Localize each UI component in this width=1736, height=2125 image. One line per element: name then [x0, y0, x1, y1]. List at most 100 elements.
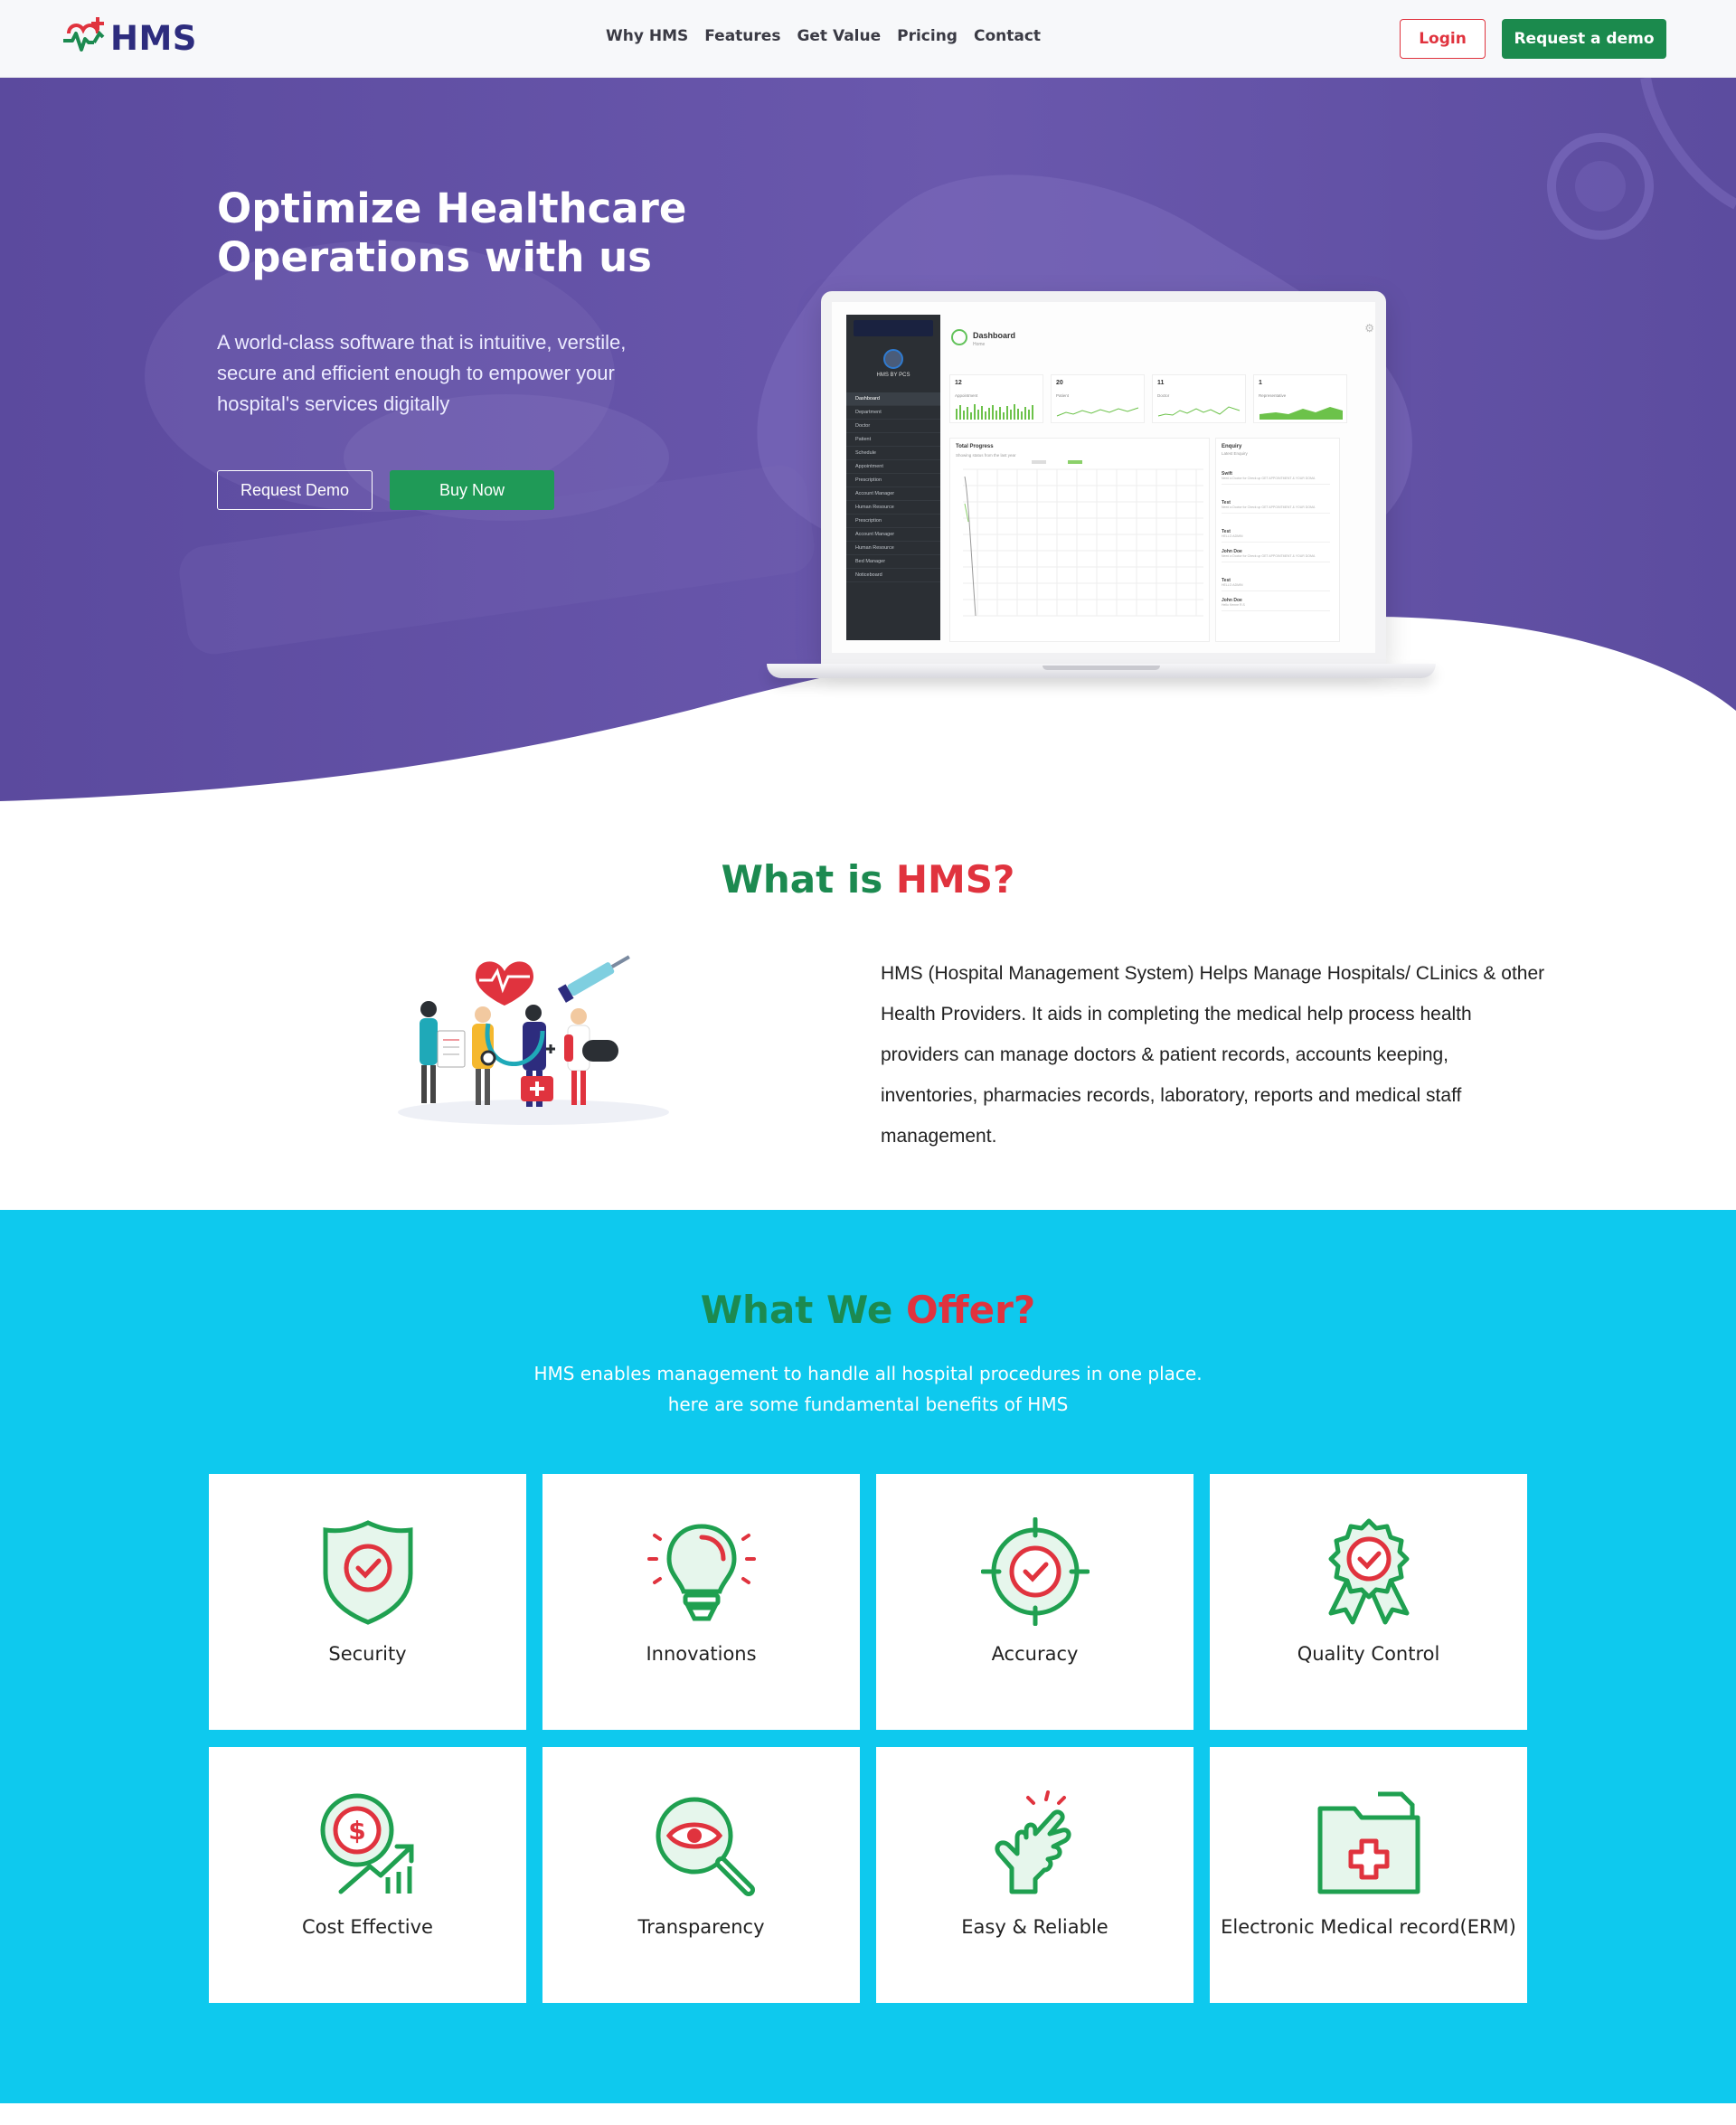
- stat-label: Representative: [1259, 393, 1287, 398]
- stat-card: 12 Appointment: [949, 374, 1043, 423]
- benefit-card-electronic-medical-record[interactable]: Electronic Medical record(ERM): [1210, 1747, 1527, 2003]
- title-part: HMS?: [895, 857, 1015, 902]
- dashboard-sidebar: HMS BY PCS Dashboard Department Doctor P…: [846, 315, 940, 640]
- benefit-label: Electronic Medical record(ERM): [1221, 1916, 1516, 1938]
- enquiry-panel: Enquiry Latest Enquiry Swift Need a Docto…: [1215, 438, 1340, 642]
- hand-click-icon: [994, 1790, 1071, 1894]
- sidebar-item: Human Resource: [846, 542, 940, 555]
- sidebar-item-dashboard: Dashboard: [846, 392, 940, 406]
- enquiry-title: Enquiry: [1222, 444, 1242, 449]
- sidebar-item: Human Resource: [846, 501, 940, 515]
- stat-number: 12: [955, 380, 962, 386]
- benefit-label: Accuracy: [991, 1643, 1079, 1665]
- dashboard-icon: [951, 329, 967, 345]
- login-button[interactable]: Login: [1400, 19, 1486, 59]
- award-badge-icon: [1328, 1518, 1409, 1625]
- sidebar-item: Noticeboard: [846, 569, 940, 582]
- benefit-card-cost-effective[interactable]: $ Cost Effective: [209, 1747, 526, 2003]
- nav-why-hms[interactable]: Why HMS: [606, 27, 688, 45]
- stat-line-sparkline: [1056, 407, 1139, 417]
- list-item: Swift Need a Doctor for Check up GET APPO…: [1222, 471, 1330, 485]
- heart-pulse-icon: [63, 17, 105, 52]
- sidebar-item: Department: [846, 406, 940, 420]
- list-item: John Doe Hello Kenne R.S: [1222, 598, 1330, 611]
- progress-subtitle: Showing status from the last year: [956, 453, 1016, 458]
- total-progress-panel: Total Progress Showing status from the l…: [949, 438, 1210, 642]
- nav-pricing[interactable]: Pricing: [897, 27, 958, 45]
- hero-title: Optimize Healthcare Operations with us: [217, 184, 687, 281]
- sidebar-item: Account Manager: [846, 487, 940, 501]
- sidebar-item: Schedule: [846, 447, 940, 460]
- benefit-card-accuracy[interactable]: Accuracy: [876, 1474, 1194, 1730]
- offer-subtitle-line: HMS enables management to handle all hos…: [533, 1363, 1203, 1384]
- benefit-card-innovations[interactable]: Innovations: [542, 1474, 860, 1730]
- what-we-offer-title: What We Offer?: [0, 1288, 1736, 1332]
- stat-card: 20 Patient: [1051, 374, 1145, 423]
- list-item: Test HELLO ADMIN: [1222, 578, 1330, 591]
- benefit-card-easy-reliable[interactable]: Easy & Reliable: [876, 1747, 1194, 2003]
- nav-contact[interactable]: Contact: [974, 27, 1041, 45]
- stat-label: Appointment: [955, 393, 978, 398]
- dashboard-title: Dashboard: [973, 331, 1016, 340]
- list-item: John Doe Need a Doctor for Check up GET A…: [1222, 549, 1330, 562]
- title-part: What We: [700, 1288, 906, 1332]
- site-header: HMS Why HMS Features Get Value Pricing C…: [0, 0, 1736, 78]
- list-item: Test HELLO ADMIN: [1222, 529, 1330, 543]
- title-part: What is: [721, 857, 896, 902]
- benefit-label: Cost Effective: [302, 1916, 433, 1938]
- svg-text:$: $: [348, 1816, 365, 1846]
- hms-logo[interactable]: HMS: [60, 13, 197, 63]
- dashboard-screenshot: HMS BY PCS Dashboard Department Doctor P…: [821, 291, 1386, 664]
- list-item: Test Need a Doctor for Check up GET APPOI…: [1222, 500, 1330, 514]
- stat-card: 1 Representative: [1253, 374, 1347, 423]
- hero-request-demo-button[interactable]: Request Demo: [217, 470, 373, 510]
- stat-card: 11 Doctor: [1152, 374, 1246, 423]
- hero-buy-now-button[interactable]: Buy Now: [390, 470, 554, 510]
- dashboard-brand-bar: [854, 320, 933, 336]
- sidebar-item: Doctor: [846, 420, 940, 433]
- sidebar-item: Prescription: [846, 474, 940, 487]
- stat-number: 1: [1259, 380, 1262, 386]
- benefit-label: Innovations: [646, 1643, 757, 1665]
- enquiry-text: Need a Doctor for Check up GET APPOINTME…: [1222, 554, 1316, 558]
- benefit-label: Quality Control: [1297, 1643, 1440, 1665]
- benefit-card-security[interactable]: Security: [209, 1474, 526, 1730]
- hero-section: Optimize Healthcare Operations with us A…: [0, 78, 1736, 810]
- progress-title: Total Progress: [956, 444, 994, 449]
- benefit-label: Transparency: [637, 1916, 765, 1938]
- lightbulb-icon: [646, 1524, 756, 1621]
- stat-label: Doctor: [1157, 393, 1170, 398]
- offer-subtitle-line: here are some fundamental benefits of HM…: [667, 1393, 1069, 1415]
- stat-line-sparkline: [1157, 406, 1241, 417]
- enquiry-text: Need a Doctor for Check up GET APPOINTME…: [1222, 477, 1316, 480]
- avatar: [883, 349, 903, 369]
- dollar-growth-icon: $: [320, 1793, 413, 1894]
- dashboard-user: HMS BY PCS: [876, 373, 910, 378]
- dashboard-main: Dashboard Home ⚙ 12 Appointment 20 Patie…: [944, 315, 1375, 653]
- benefit-card-quality-control[interactable]: Quality Control: [1210, 1474, 1527, 1730]
- stat-bar-sparkline: [956, 404, 1033, 420]
- what-is-hms-title: What is HMS?: [0, 857, 1736, 902]
- stat-number: 20: [1056, 380, 1063, 386]
- target-check-icon: [980, 1517, 1090, 1626]
- enquiry-text: Hello Kenne R.S: [1222, 603, 1245, 607]
- enquiry-text: HELLO ADMIN: [1222, 534, 1243, 538]
- sidebar-item: Bed Manager: [846, 555, 940, 569]
- enquiry-text: HELLO ADMIN: [1222, 583, 1243, 587]
- laptop-notch: [1043, 666, 1160, 670]
- hero-subtitle: A world-class software that is intuitive…: [217, 331, 627, 415]
- offer-subtitle: HMS enables management to handle all hos…: [0, 1358, 1736, 1420]
- nav-features[interactable]: Features: [704, 27, 780, 45]
- dashboard-subtitle: Home: [973, 342, 986, 347]
- sidebar-item: Appointment: [846, 460, 940, 474]
- sidebar-item: Patient: [846, 433, 940, 447]
- request-demo-button[interactable]: Request a demo: [1502, 19, 1666, 59]
- benefit-card-transparency[interactable]: Transparency: [542, 1747, 860, 2003]
- shield-check-icon: [323, 1520, 412, 1625]
- progress-line-chart: [963, 460, 1203, 617]
- sidebar-item: Account Manager: [846, 528, 940, 542]
- medical-folder-icon: [1317, 1791, 1420, 1894]
- enquiry-subtitle: Latest Enquiry: [1222, 451, 1248, 456]
- stat-area-sparkline: [1260, 407, 1343, 420]
- nav-get-value[interactable]: Get Value: [797, 27, 881, 45]
